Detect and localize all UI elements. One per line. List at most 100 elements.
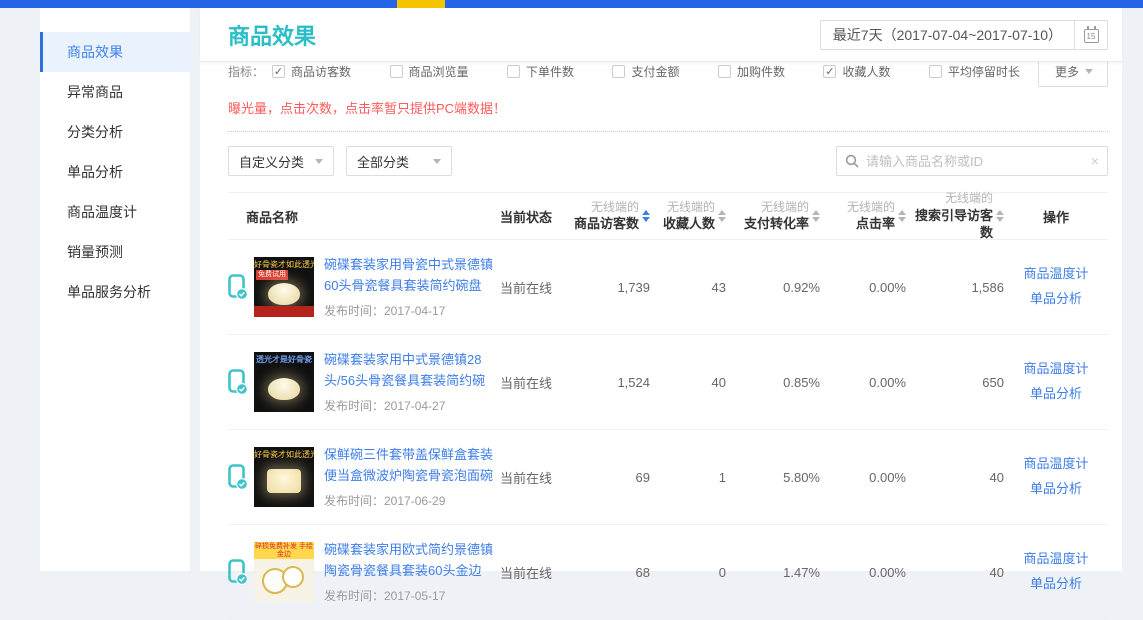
search-visitors-value: 650 xyxy=(906,375,1004,390)
sidebar-item-product-effect[interactable]: 商品效果 xyxy=(40,32,190,72)
sidebar-item-category-analysis[interactable]: 分类分析 xyxy=(40,112,190,152)
metric-label: 平均停留时长 xyxy=(948,63,1020,80)
sort-icon[interactable] xyxy=(718,210,726,222)
column-header-actions: 操作 xyxy=(1004,207,1108,226)
image-banner xyxy=(254,306,314,317)
search-input[interactable] xyxy=(866,154,1085,169)
action-analysis-link[interactable]: 单品分析 xyxy=(1004,287,1108,312)
action-analysis-link[interactable]: 单品分析 xyxy=(1004,477,1108,502)
product-name-link[interactable]: 碗碟套装家用欧式简约景德镇陶瓷骨瓷餐具套装60头金边 xyxy=(324,540,500,580)
sidebar-item-single-item-analysis[interactable]: 单品分析 xyxy=(40,152,190,192)
page-header: 商品效果 最近7天（2017-07-04~2017-07-10） 15 xyxy=(200,8,1122,62)
product-name-link[interactable]: 保鲜碗三件套带盖保鲜盒套装便当盒微波炉陶瓷骨瓷泡面碗 xyxy=(324,445,500,485)
clear-search-icon[interactable]: × xyxy=(1085,153,1099,169)
more-label: 更多 xyxy=(1055,63,1079,80)
calendar-day: 15 xyxy=(1084,29,1099,43)
sort-icon[interactable] xyxy=(898,210,906,222)
column-subtitle: 无线端的 xyxy=(847,199,895,215)
dotted-divider xyxy=(228,131,1108,132)
column-title: 支付转化率 xyxy=(744,215,809,233)
column-subtitle: 无线端的 xyxy=(945,190,993,206)
search-icon xyxy=(845,154,859,168)
more-metrics-button[interactable]: 更多 xyxy=(1038,62,1108,87)
column-header-click-rate: 无线端的点击率 xyxy=(820,199,906,233)
filter-row: 自定义分类 全部分类 × xyxy=(228,146,1108,176)
metric-label: 商品访客数 xyxy=(291,63,351,80)
bowl-graphic xyxy=(268,378,300,400)
product-name-link[interactable]: 碗碟套装家用中式景德镇28头/56头骨瓷餐具套装简约碗 xyxy=(324,350,500,390)
product-image[interactable]: 好骨瓷才如此透光 xyxy=(254,447,314,507)
date-range-picker[interactable]: 最近7天（2017-07-04~2017-07-10） 15 xyxy=(820,20,1108,50)
click-rate-value: 0.00% xyxy=(820,375,906,390)
calendar-icon[interactable]: 15 xyxy=(1075,27,1107,43)
all-category-select[interactable]: 全部分类 xyxy=(346,146,452,176)
checkbox-icon xyxy=(612,65,625,78)
action-thermometer-link[interactable]: 商品温度计 xyxy=(1004,452,1108,477)
sidebar-item-product-thermometer[interactable]: 商品温度计 xyxy=(40,192,190,232)
visitors-value: 68 xyxy=(560,565,650,580)
sort-icon[interactable] xyxy=(642,210,650,222)
top-accent-highlight xyxy=(397,0,445,8)
action-analysis-link[interactable]: 单品分析 xyxy=(1004,382,1108,407)
select-value: 全部分类 xyxy=(357,152,409,171)
product-image[interactable]: 透光才是好骨瓷 xyxy=(254,352,314,412)
metric-label: 加购件数 xyxy=(737,63,785,80)
click-rate-value: 0.00% xyxy=(820,470,906,485)
metric-checkbox-product-views[interactable]: 商品浏览量 xyxy=(390,63,469,80)
select-value: 自定义分类 xyxy=(239,152,304,171)
chevron-down-icon xyxy=(433,159,441,164)
favorites-value: 40 xyxy=(650,375,726,390)
mobile-check-icon xyxy=(228,274,248,301)
metric-checkbox-cart-adds[interactable]: 加购件数 xyxy=(718,63,785,80)
pay-conversion-value: 5.80% xyxy=(726,470,820,485)
column-header-visitors: 无线端的商品访客数 xyxy=(560,199,650,233)
product-search-box: × xyxy=(836,146,1108,176)
table-row: 好骨瓷才如此透光 保鲜碗三件套带盖保鲜盒套装便当盒微波炉陶瓷骨瓷泡面碗 发布时间… xyxy=(228,430,1108,525)
checkbox-icon xyxy=(929,65,942,78)
sort-icon[interactable] xyxy=(812,210,820,222)
sidebar-item-sales-forecast[interactable]: 销量预测 xyxy=(40,232,190,272)
metric-label: 收藏人数 xyxy=(842,63,890,80)
visitors-value: 1,739 xyxy=(560,280,650,295)
action-thermometer-link[interactable]: 商品温度计 xyxy=(1004,357,1108,382)
table-header-row: 商品名称 当前状态 无线端的商品访客数 无线端的收藏人数 无 xyxy=(228,192,1108,240)
click-rate-value: 0.00% xyxy=(820,280,906,295)
metrics-row: 指标： 商品访客数 商品浏览量 下单件数 支付金额 xyxy=(228,62,1108,90)
metric-checkbox-favorites[interactable]: 收藏人数 xyxy=(823,63,890,80)
publish-date: 发布时间：2017-05-17 xyxy=(324,587,500,604)
metric-checkbox-avg-stay-time[interactable]: 平均停留时长 xyxy=(929,63,1020,80)
action-analysis-link[interactable]: 单品分析 xyxy=(1004,572,1108,597)
custom-category-select[interactable]: 自定义分类 xyxy=(228,146,334,176)
checkbox-icon xyxy=(390,65,403,78)
mobile-check-icon xyxy=(228,464,248,491)
table-row: 碎损免费补发 手绘金边 碗碟套装家用欧式简约景德镇陶瓷骨瓷餐具套装60头金边 发… xyxy=(228,525,1108,620)
product-image[interactable]: 碎损免费补发 手绘金边 xyxy=(254,542,314,602)
metric-checkbox-product-visitors[interactable]: 商品访客数 xyxy=(272,63,351,80)
status-text: 当前在线 xyxy=(500,563,560,582)
column-title: 搜索引导访客数 xyxy=(906,207,993,242)
sort-icon[interactable] xyxy=(996,210,1004,222)
action-thermometer-link[interactable]: 商品温度计 xyxy=(1004,262,1108,287)
date-range-label: 最近7天（2017-07-04~2017-07-10） xyxy=(821,25,1074,45)
action-thermometer-link[interactable]: 商品温度计 xyxy=(1004,547,1108,572)
checkbox-checked-icon xyxy=(823,65,836,78)
main-panel: 商品效果 最近7天（2017-07-04~2017-07-10） 15 指标： … xyxy=(200,8,1122,571)
metric-checkbox-order-items[interactable]: 下单件数 xyxy=(507,63,574,80)
product-image[interactable]: 好骨瓷才如此透光 免费试用 xyxy=(254,257,314,317)
sidebar-item-abnormal-products[interactable]: 异常商品 xyxy=(40,72,190,112)
visitors-value: 69 xyxy=(560,470,650,485)
column-title: 收藏人数 xyxy=(663,215,715,233)
chevron-down-icon xyxy=(1085,69,1093,74)
page-title: 商品效果 xyxy=(228,19,316,51)
column-header-favorites: 无线端的收藏人数 xyxy=(650,199,726,233)
top-accent-bar xyxy=(0,0,1143,8)
table-row: 透光才是好骨瓷 碗碟套装家用中式景德镇28头/56头骨瓷餐具套装简约碗 发布时间… xyxy=(228,335,1108,430)
column-header-search-visitors: 无线端的搜索引导访客数 xyxy=(906,190,1004,241)
sidebar-item-single-item-service[interactable]: 单品服务分析 xyxy=(40,272,190,312)
main-content: 指标： 商品访客数 商品浏览量 下单件数 支付金额 xyxy=(200,62,1122,620)
column-header-pay-conversion: 无线端的支付转化率 xyxy=(726,199,820,233)
pay-conversion-value: 0.85% xyxy=(726,375,820,390)
metric-checkbox-payment-amount[interactable]: 支付金额 xyxy=(612,63,679,80)
product-name-link[interactable]: 碗碟套装家用骨瓷中式景德镇60头骨瓷餐具套装简约碗盘 xyxy=(324,255,500,295)
checkbox-icon xyxy=(507,65,520,78)
